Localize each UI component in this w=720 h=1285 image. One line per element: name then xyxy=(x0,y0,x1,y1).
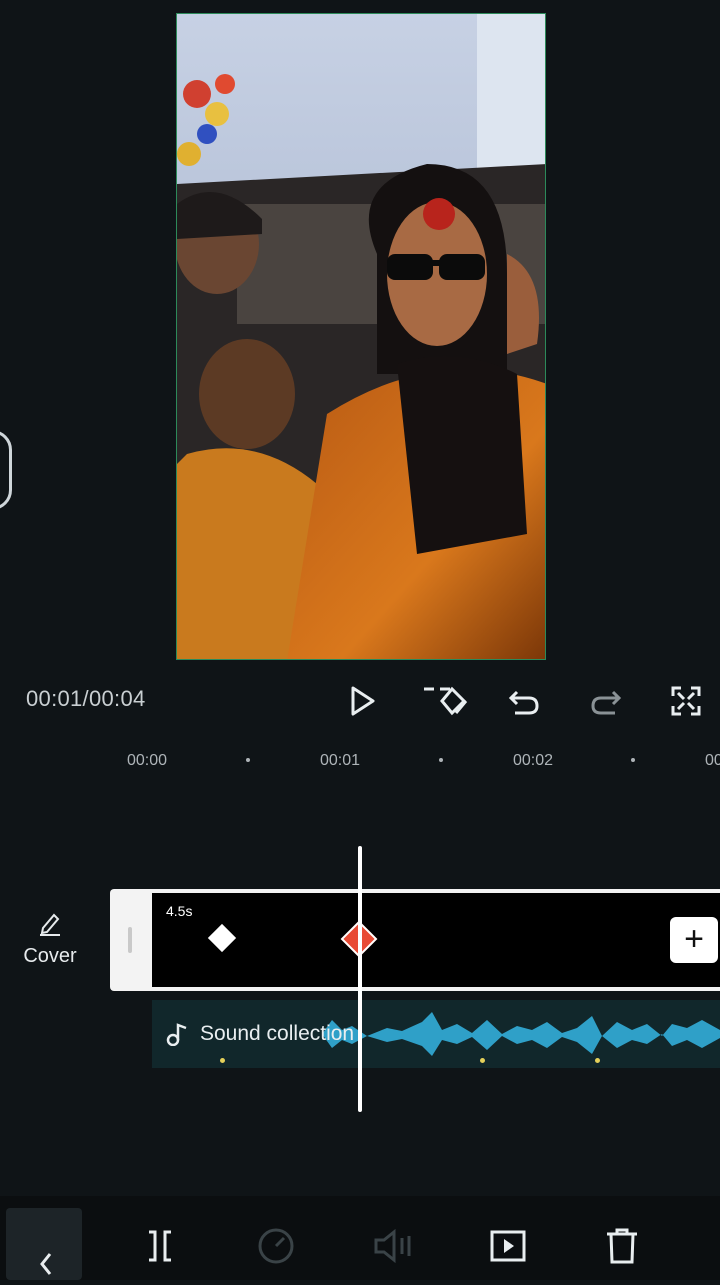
speed-button[interactable] xyxy=(252,1222,300,1270)
delete-button[interactable] xyxy=(598,1222,646,1270)
animation-icon xyxy=(490,1230,526,1262)
ruler-label: 00:01 xyxy=(320,752,361,769)
clip-trim-handle[interactable] xyxy=(110,889,152,991)
preview-side-handle[interactable] xyxy=(0,430,12,510)
beat-marker xyxy=(220,1058,225,1063)
audio-track-label: Sound collection xyxy=(200,1022,355,1045)
keyframe-button[interactable] xyxy=(420,680,472,722)
ruler-label: 00:02 xyxy=(513,752,554,769)
clip-duration: 4.5s xyxy=(166,903,193,919)
animation-button[interactable] xyxy=(484,1222,532,1270)
ruler-dot xyxy=(439,758,443,762)
undo-icon xyxy=(508,690,539,715)
keyframe-icon xyxy=(424,686,468,716)
play-icon xyxy=(351,686,375,716)
ruler-dot xyxy=(246,758,250,762)
cover-label: Cover xyxy=(23,945,77,967)
play-button[interactable] xyxy=(340,680,384,722)
cover-button[interactable]: Cover xyxy=(10,910,90,972)
delete-icon xyxy=(607,1228,637,1264)
ruler-label: 00 xyxy=(705,752,720,769)
ruler-label: 00:00 xyxy=(127,752,168,769)
split-icon xyxy=(149,1230,171,1262)
back-icon xyxy=(40,1253,52,1275)
undo-button[interactable] xyxy=(502,680,546,722)
fullscreen-button[interactable] xyxy=(664,680,708,722)
beat-marker xyxy=(595,1058,600,1063)
video-preview[interactable] xyxy=(176,13,546,660)
video-clip-track[interactable] xyxy=(152,889,720,991)
ruler-dot xyxy=(631,758,635,762)
pencil-icon xyxy=(40,913,60,936)
redo-button[interactable] xyxy=(584,680,628,722)
playhead[interactable] xyxy=(358,846,362,1112)
add-clip-button[interactable]: + xyxy=(670,917,718,963)
split-button[interactable] xyxy=(136,1222,184,1270)
speed-icon xyxy=(258,1228,294,1264)
preview-image xyxy=(177,14,545,659)
volume-icon xyxy=(374,1228,411,1264)
fullscreen-icon xyxy=(671,686,701,716)
time-readout: 00:01/00:04 xyxy=(26,686,146,711)
back-button[interactable] xyxy=(6,1208,82,1280)
volume-button[interactable] xyxy=(370,1222,418,1270)
redo-icon xyxy=(591,690,622,715)
music-note-icon xyxy=(166,1023,187,1046)
beat-marker xyxy=(480,1058,485,1063)
